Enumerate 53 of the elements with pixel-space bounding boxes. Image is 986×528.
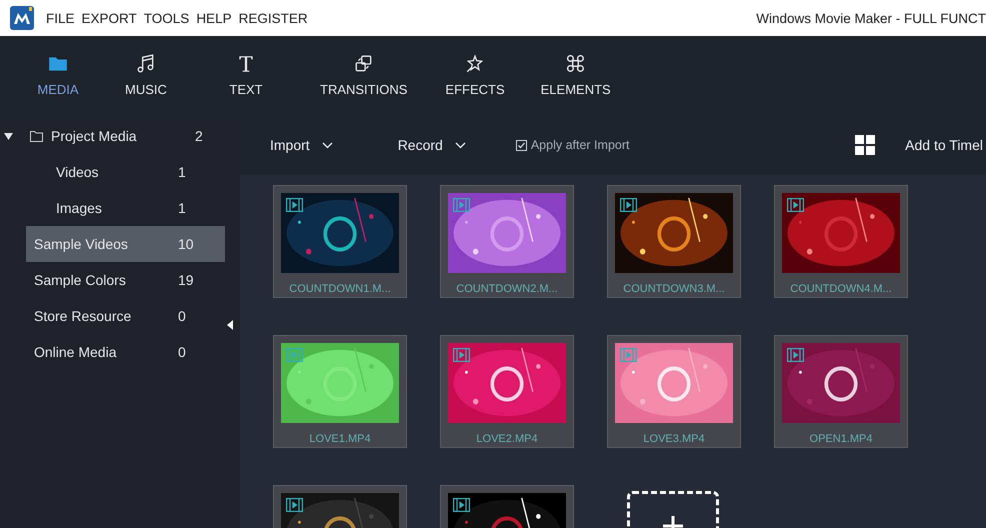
item-label: Videos [55, 164, 100, 180]
item-count: 0 [178, 308, 186, 324]
toolbar-tab[interactable]: MEDIA [18, 36, 98, 115]
item-label: Sample Videos [34, 236, 129, 252]
item-count: 0 [178, 344, 186, 360]
sidebar-item[interactable]: Images 1 [26, 190, 225, 226]
media-card[interactable]: COUNTDOWN4.M... [774, 185, 908, 298]
item-label: Store Resource [34, 308, 132, 324]
media-card[interactable]: LOVE1.MP4 [273, 335, 407, 448]
file-name: COUNTDOWN1.M... [288, 283, 392, 295]
item-count: 2 [195, 128, 203, 144]
menu-item[interactable]: HELP [196, 10, 232, 26]
file-name: COUNTDOWN3.M... [622, 283, 726, 295]
toolbar-tab[interactable]: EFFECTS [431, 36, 519, 115]
file-name: LOVE2.MP4 [475, 433, 539, 445]
file-name: LOVE3.MP4 [642, 433, 706, 445]
media-card[interactable]: LOVE2.MP4 [440, 335, 574, 448]
menu-item[interactable]: FILE [46, 10, 75, 26]
sidebar-item[interactable]: Sample Videos 10 [26, 226, 225, 262]
item-count: 10 [178, 236, 194, 252]
media-card[interactable]: OPEN1.MP4 [774, 335, 908, 448]
item-label: Online Media [34, 344, 118, 360]
item-label: Images [55, 200, 103, 216]
media-card[interactable]: COUNTDOWN1.M... [273, 185, 407, 298]
import-button[interactable]: Import [270, 137, 333, 153]
item-label: Project Media [51, 128, 138, 144]
file-name: OPEN1.MP4 [808, 433, 874, 445]
sidebar-item[interactable]: Project Media 2 [26, 118, 225, 154]
item-label: Sample Colors [34, 272, 127, 288]
file-name: COUNTDOWN4.M... [789, 283, 893, 295]
item-count: 1 [178, 164, 186, 180]
menu-item[interactable]: REGISTER [238, 10, 308, 26]
media-card[interactable]: COUNTDOWN3.M... [607, 185, 741, 298]
file-name: LOVE1.MP4 [308, 433, 372, 445]
checkbox-label: Apply after Import [530, 138, 630, 152]
media-card[interactable]: LOVE3.MP4 [607, 335, 741, 448]
media-card[interactable]: COUNTDOWN2.M... [440, 185, 574, 298]
menu-item[interactable]: EXPORT [82, 10, 137, 26]
add-to-timeline-button[interactable]: Add to Timel [905, 137, 983, 153]
window-title: Windows Movie Maker - FULL FUNCT [756, 10, 986, 26]
sidebar-item[interactable]: Videos 1 [26, 154, 225, 190]
toolbar-tab[interactable]: TEXT [206, 36, 286, 115]
menu-item[interactable]: TOOLS [144, 10, 190, 26]
item-count: 19 [178, 272, 194, 288]
toolbar-tab[interactable]: TRANSITIONS [306, 36, 422, 115]
sidebar-item[interactable]: Sample Colors 19 [26, 262, 225, 298]
toolbar-tab[interactable]: MUSIC [106, 36, 186, 115]
sidebar-item[interactable]: Online Media 0 [26, 334, 225, 370]
item-count: 1 [178, 200, 186, 216]
file-name: COUNTDOWN2.M... [455, 283, 559, 295]
sidebar-item[interactable]: Store Resource 0 [26, 298, 225, 334]
record-button[interactable]: Record [398, 137, 466, 153]
toolbar-tab[interactable]: ELEMENTS [526, 36, 625, 115]
